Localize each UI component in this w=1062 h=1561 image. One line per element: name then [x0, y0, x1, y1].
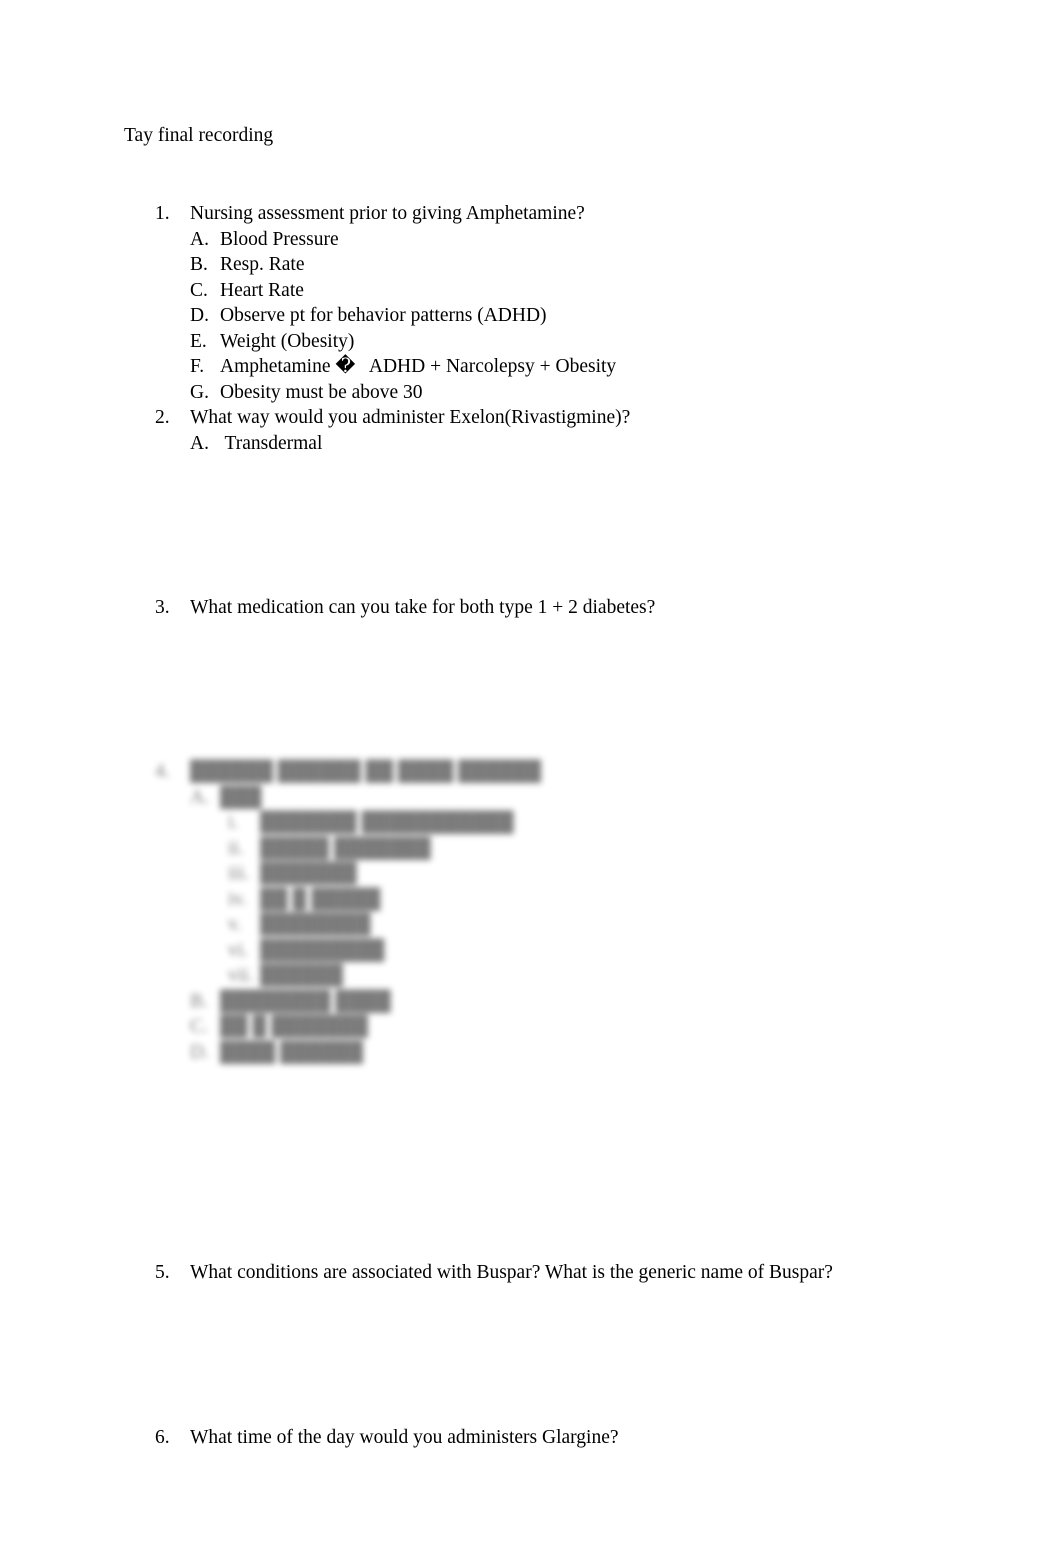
question-block-3: 3. What medication can you take for both… — [0, 595, 1062, 621]
answer-text: Blood Pressure — [220, 228, 339, 250]
list-item: v. ████████ — [0, 912, 1062, 938]
question-text: What medication can you take for both ty… — [190, 597, 656, 618]
list-item: iv. ██ █ █████ — [0, 887, 1062, 913]
answer-text: Transdermal — [220, 432, 323, 454]
list-marker: 4. — [155, 761, 170, 782]
list-marker: iii. — [228, 863, 250, 884]
list-marker: A. — [190, 228, 209, 250]
list-marker: B. — [190, 990, 208, 1012]
list-marker: B. — [190, 254, 208, 275]
list-marker: 3. — [155, 597, 170, 618]
question-text: Nursing assessment prior to giving Amphe… — [190, 203, 585, 224]
answer-text: Amphetamine � ADHD + Narcolepsy + Obesit… — [220, 356, 617, 377]
answer-text: ██ █ ███████ — [220, 1016, 368, 1037]
list-item: A. ███ — [0, 785, 1062, 811]
list-item: D. Observe pt for behavior patterns (ADH… — [0, 303, 1062, 329]
list-item: 4. ██████ ██████ ██ ████ ██████ — [0, 759, 1062, 785]
list-item: vii. ██████ — [0, 963, 1062, 989]
list-item: C. ██ █ ███████ — [0, 1014, 1062, 1040]
list-marker: iv. — [228, 888, 247, 910]
list-marker: vi. — [228, 939, 249, 961]
list-marker: vii. — [228, 965, 254, 986]
list-item: 3. What medication can you take for both… — [0, 595, 1062, 621]
question-block-1: 1. Nursing assessment prior to giving Am… — [0, 201, 1062, 456]
list-item: 2. What way would you administer Exelon(… — [0, 405, 1062, 431]
answer-text: █████████ — [260, 939, 385, 961]
list-marker: 6. — [155, 1427, 170, 1448]
list-item: E. Weight (Obesity) — [0, 329, 1062, 355]
list-marker: G. — [190, 381, 209, 403]
answer-text: Weight (Obesity) — [220, 330, 355, 352]
answer-text: ███████ — [260, 863, 357, 884]
question-text: What time of the day would you administe… — [190, 1427, 619, 1448]
answer-text: ███ — [220, 786, 262, 808]
list-marker: D. — [190, 305, 209, 326]
list-marker: F. — [190, 356, 205, 377]
list-marker: D. — [190, 1041, 209, 1063]
list-item: C. Heart Rate — [0, 278, 1062, 304]
answer-text: Heart Rate — [220, 279, 304, 301]
answer-text: ████████ — [260, 914, 371, 935]
question-block-4-redacted: 4. ██████ ██████ ██ ████ ██████ A. ███ i… — [0, 759, 1062, 1065]
answer-text: ███████ ███████████ — [260, 812, 514, 833]
list-item: G. Obesity must be above 30 — [0, 380, 1062, 406]
list-item: B. Resp. Rate — [0, 252, 1062, 278]
list-item: F. Amphetamine � ADHD + Narcolepsy + Obe… — [0, 354, 1062, 380]
page-title: Tay final recording — [124, 125, 274, 146]
document-page: Tay final recording 1. Nursing assessmen… — [0, 0, 1062, 1561]
list-item: iii. ███████ — [0, 861, 1062, 887]
list-item: ii. █████ ███████ — [0, 836, 1062, 862]
answer-text: Resp. Rate — [220, 254, 305, 275]
answer-text: ████ ██████ — [220, 1041, 364, 1063]
list-marker: 2. — [155, 407, 170, 428]
list-marker: v. — [228, 914, 242, 935]
list-marker: ii. — [228, 837, 244, 859]
list-item: 5. What conditions are associated with B… — [0, 1260, 1062, 1286]
list-marker: A. — [190, 786, 209, 808]
list-item: i. ███████ ███████████ — [0, 810, 1062, 836]
list-marker: A. — [190, 432, 209, 454]
list-marker: 5. — [155, 1262, 170, 1283]
list-item: A. Blood Pressure — [0, 227, 1062, 253]
question-block-6: 6. What time of the day would you admini… — [0, 1425, 1062, 1451]
list-item: 6. What time of the day would you admini… — [0, 1425, 1062, 1451]
list-item: D. ████ ██████ — [0, 1040, 1062, 1066]
list-marker: C. — [190, 1016, 208, 1037]
question-text: What conditions are associated with Busp… — [190, 1262, 833, 1283]
list-item: A. Transdermal — [0, 431, 1062, 457]
answer-text: Observe pt for behavior patterns (ADHD) — [220, 305, 547, 326]
list-marker: E. — [190, 330, 207, 352]
list-marker: 1. — [155, 203, 170, 224]
answer-text: ██████ — [260, 965, 343, 986]
answer-text: Obesity must be above 30 — [220, 381, 423, 403]
question-text: ██████ ██████ ██ ████ ██████ — [190, 761, 542, 782]
question-text: What way would you administer Exelon(Riv… — [190, 407, 631, 428]
list-item: B. ████████ ████ — [0, 989, 1062, 1015]
answer-text: ████████ ████ — [220, 990, 391, 1012]
question-block-5: 5. What conditions are associated with B… — [0, 1260, 1062, 1286]
list-marker: C. — [190, 279, 208, 301]
answer-text: █████ ███████ — [260, 837, 431, 859]
list-marker: i. — [228, 812, 239, 833]
list-item: 1. Nursing assessment prior to giving Am… — [0, 201, 1062, 227]
list-item: vi. █████████ — [0, 938, 1062, 964]
answer-text: ██ █ █████ — [260, 888, 381, 910]
